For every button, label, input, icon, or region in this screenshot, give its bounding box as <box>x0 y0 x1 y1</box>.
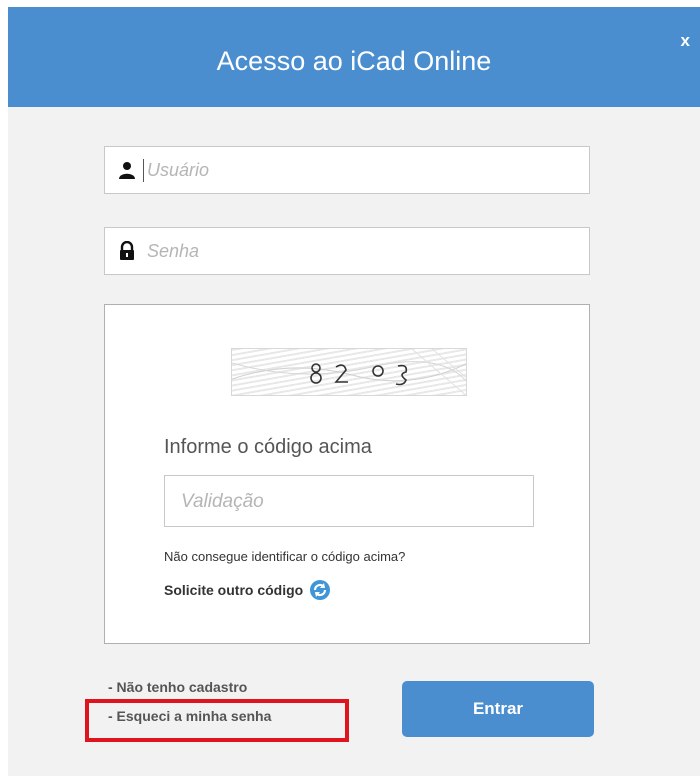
user-icon <box>117 160 137 180</box>
request-new-code-link[interactable]: Solicite outro código <box>164 579 331 601</box>
no-account-link[interactable]: - Não tenho cadastro <box>108 679 247 695</box>
close-button[interactable]: x <box>681 31 690 51</box>
captcha-image <box>231 348 467 396</box>
captcha-panel: Informe o código acima Não consegue iden… <box>104 304 590 644</box>
captcha-prompt: Informe o código acima <box>164 436 372 458</box>
validation-input[interactable] <box>179 476 523 528</box>
highlight-box <box>85 699 349 742</box>
username-input[interactable] <box>143 158 569 182</box>
modal-title: Acesso ao iCad Online <box>216 45 492 76</box>
password-field[interactable] <box>104 227 590 275</box>
lock-icon <box>117 241 137 261</box>
captcha-hint: Não consegue identificar o código acima? <box>164 549 406 564</box>
username-field[interactable] <box>104 146 590 194</box>
validation-field[interactable] <box>164 475 534 528</box>
submit-button[interactable]: Entrar <box>402 681 594 737</box>
refresh-icon[interactable] <box>309 579 331 601</box>
request-new-code-label: Solicite outro código <box>164 582 304 598</box>
password-input[interactable] <box>145 239 569 263</box>
modal-header: Acesso ao iCad Online x <box>8 7 700 107</box>
